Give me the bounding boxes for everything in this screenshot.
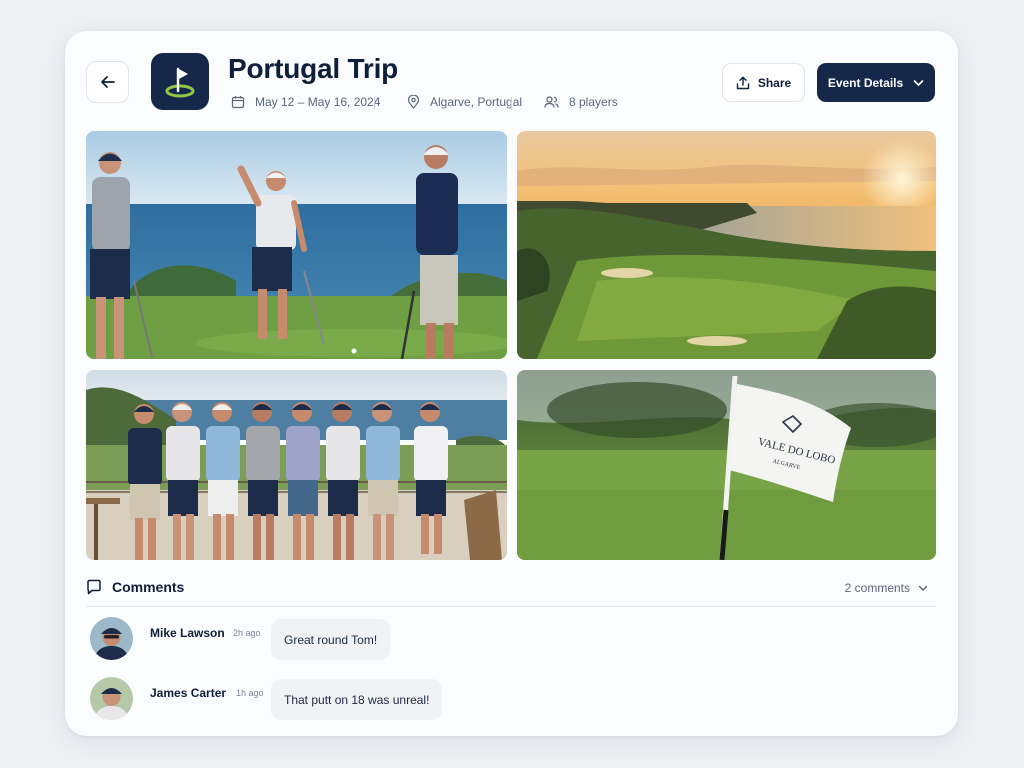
users-icon: [544, 96, 559, 108]
map-pin-icon: [407, 95, 420, 109]
comment-text: That putt on 18 was unreal!: [271, 679, 443, 720]
event-card: Portugal Trip May 12 – May 16, 2024 Alga…: [65, 31, 958, 736]
share-icon: [736, 76, 750, 89]
event-dates: May 12 – May 16, 2024: [231, 95, 380, 109]
event-players: 8 players: [544, 95, 618, 109]
divider: [511, 97, 512, 110]
chevron-down-icon: [918, 585, 928, 591]
comments-count-toggle[interactable]: 2 comments: [845, 581, 928, 595]
comments-count-label: 2 comments: [844, 581, 910, 595]
comment-author[interactable]: James Carter: [150, 686, 226, 700]
event-location: Algarve, Portugal: [407, 95, 522, 109]
share-button-label: Share: [757, 75, 792, 90]
calendar-icon: [231, 96, 245, 109]
golf-flag-icon: [165, 67, 195, 97]
comment-text: Great round Tom!: [271, 619, 391, 660]
event-players-text: 8 players: [569, 95, 618, 109]
chat-bubble-icon: [87, 579, 101, 595]
photo-pin-flag[interactable]: VALE DO LOBO ALGARVE: [517, 370, 936, 560]
comment-item: James Carter 1h ago That putt on 18 was …: [90, 677, 470, 721]
event-details-button[interactable]: Event Details: [817, 63, 935, 102]
back-button[interactable]: [86, 61, 129, 103]
event-details-label: Event Details: [827, 75, 904, 90]
page-title: Portugal Trip: [228, 53, 399, 84]
photo-group-of-eight[interactable]: [86, 370, 507, 560]
comment-time: 1h ago: [236, 688, 264, 698]
chevron-down-icon: [913, 79, 924, 86]
comment-author[interactable]: Mike Lawson: [150, 626, 225, 640]
avatar[interactable]: [90, 617, 133, 660]
comment-time: 2h ago: [233, 628, 261, 638]
golf-app-icon: [151, 53, 209, 110]
photo-coastal-course-sunset[interactable]: [517, 131, 936, 359]
comment-item: Mike Lawson 2h ago Great round Tom!: [90, 617, 470, 661]
comments-title-text: Comments: [112, 579, 185, 595]
comments-header: Comments 2 comments: [86, 577, 936, 607]
share-button[interactable]: Share: [722, 63, 805, 102]
avatar[interactable]: [90, 677, 133, 720]
photo-golfers-celebrating[interactable]: [86, 131, 507, 359]
event-location-text: Algarve, Portugal: [430, 95, 523, 109]
event-dates-text: May 12 – May 16, 2024: [255, 95, 381, 109]
arrow-left-icon: [100, 76, 115, 88]
comments-title: Comments: [86, 579, 184, 595]
divider: [374, 97, 375, 110]
